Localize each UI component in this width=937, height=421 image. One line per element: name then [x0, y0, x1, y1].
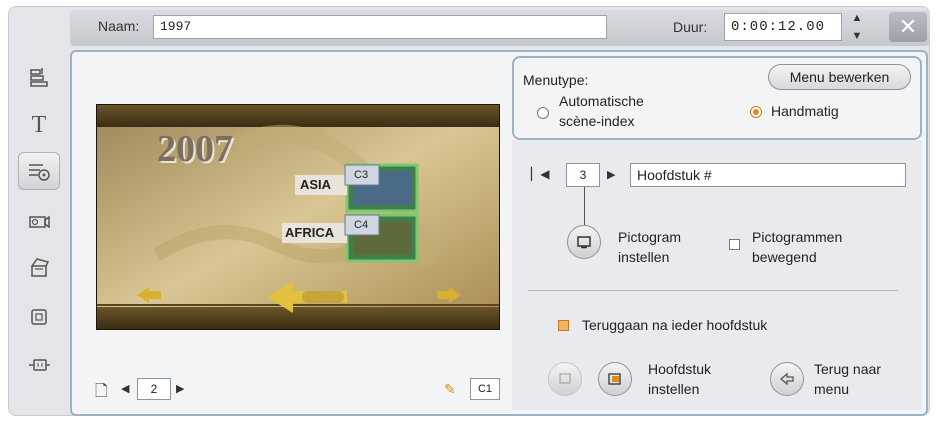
close-icon: ✕	[898, 14, 918, 39]
connector-tool[interactable]	[18, 346, 60, 384]
layers-tool[interactable]	[18, 58, 60, 96]
back-to-menu-button[interactable]	[770, 362, 804, 396]
first-chapter-icon[interactable]: ▏◀	[531, 167, 549, 181]
page-number-field[interactable]: 2	[137, 378, 171, 400]
chapter-dim-icon	[559, 373, 571, 384]
next-chapter-icon[interactable]: ▶	[607, 168, 615, 181]
remove-chapter-button[interactable]	[548, 362, 582, 396]
set-thumbnail-label-2: instellen	[618, 249, 670, 265]
animated-thumbnails-checkbox[interactable]	[729, 239, 740, 250]
chapter-tag-box: C1	[470, 378, 500, 400]
africa-button-label[interactable]: AFRICA	[285, 225, 334, 240]
disc-menu-icon	[29, 164, 50, 181]
asia-chapter-tag: C3	[354, 169, 369, 181]
title-tool[interactable]: T	[18, 106, 60, 144]
menu-preview[interactable]: 2007 ASIA C3 AFRICA C4	[96, 104, 500, 330]
camera-icon	[29, 215, 50, 229]
transition-tool[interactable]	[18, 248, 60, 286]
next-page-icon[interactable]: ▶	[176, 382, 184, 395]
set-thumbnail-label-1: Pictogram	[618, 229, 682, 245]
set-chapter-icon	[608, 373, 621, 385]
manual-radio[interactable]	[750, 106, 762, 118]
set-chapter-button[interactable]	[598, 362, 632, 396]
thumbnail-icon	[577, 236, 591, 249]
transition-icon	[31, 258, 50, 277]
animated-thumbnails-label-2: bewegend	[752, 249, 817, 265]
title-text-icon: T	[31, 111, 47, 138]
new-page-icon[interactable]: 🗋	[95, 380, 108, 407]
close-button[interactable]: ✕	[889, 12, 927, 42]
return-after-chapter-label: Teruggaan na ieder hoofdstuk	[582, 317, 768, 333]
tool-strip: T	[14, 48, 64, 388]
set-chapter-label-2: instellen	[648, 381, 700, 397]
auto-scene-index-radio[interactable]	[537, 107, 549, 119]
chapter-title-input[interactable]: Hoofdstuk #	[630, 163, 906, 187]
chapter-marker-icon: ✎	[444, 381, 456, 397]
manual-label: Handmatig	[771, 103, 839, 119]
back-to-menu-label-1: Terug naar	[814, 361, 881, 377]
window-icon	[31, 309, 47, 325]
divider	[528, 290, 898, 291]
name-label: Naam:	[98, 18, 140, 34]
auto-scene-index-label-2: scène-index	[559, 113, 635, 129]
connector-line	[584, 187, 585, 225]
prev-page-icon[interactable]: ◀	[121, 382, 129, 395]
back-to-menu-label-2: menu	[814, 381, 850, 397]
asia-button-label[interactable]: ASIA	[300, 177, 331, 192]
spin-down-icon[interactable]: ▼	[852, 30, 863, 42]
animated-thumbnails-label-1: Pictogrammen	[752, 229, 843, 245]
set-thumbnail-button[interactable]	[567, 225, 601, 259]
camera-tool[interactable]	[18, 202, 60, 240]
spin-up-icon[interactable]: ▲	[852, 12, 863, 24]
edit-menu-button[interactable]: Menu bewerken	[768, 64, 911, 90]
duration-label: Duur:	[673, 19, 708, 35]
disc-menu-tool[interactable]	[18, 152, 60, 190]
connector-icon	[29, 359, 50, 371]
window-tool[interactable]	[18, 298, 60, 336]
duration-spinner[interactable]: ▲ ▼	[848, 12, 866, 42]
menu-type-label: Menutype:	[523, 72, 589, 88]
name-input[interactable]: 1997	[153, 15, 607, 39]
set-chapter-label-1: Hoofdstuk	[648, 361, 712, 377]
layers-icon	[30, 68, 48, 87]
return-after-chapter-checkbox[interactable]	[558, 320, 569, 331]
duration-field[interactable]: 0:00:12.00	[724, 13, 842, 41]
back-arrow-icon	[779, 372, 794, 386]
africa-chapter-tag: C4	[354, 219, 369, 231]
chapter-index-field[interactable]: 3	[566, 163, 600, 187]
auto-scene-index-label-1: Automatische	[559, 93, 644, 109]
menu-year-text: 2007	[157, 128, 233, 170]
